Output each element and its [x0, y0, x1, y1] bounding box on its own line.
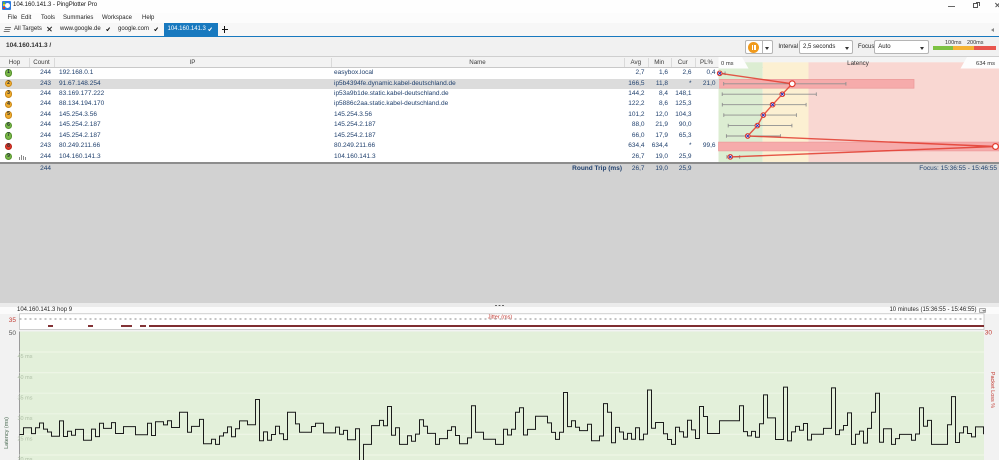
svg-text:Latency (ms): Latency (ms) [4, 417, 10, 449]
svg-text:50: 50 [9, 330, 17, 337]
svg-text:Jitter (ms): Jitter (ms) [488, 315, 513, 321]
svg-text:0 ms: 0 ms [721, 61, 734, 67]
svg-text:40 ms: 40 ms [18, 375, 33, 381]
svg-text:35 ms: 35 ms [18, 395, 33, 401]
svg-text:35: 35 [9, 317, 17, 324]
svg-text:45 ms: 45 ms [18, 354, 33, 360]
svg-text:634 ms: 634 ms [976, 61, 995, 67]
svg-text:30 ms: 30 ms [18, 416, 33, 422]
svg-text:25 ms: 25 ms [18, 437, 33, 443]
svg-text:Latency: Latency [847, 60, 870, 67]
svg-text:30: 30 [985, 330, 993, 337]
svg-text:Packet Loss %: Packet Loss % [989, 372, 995, 408]
